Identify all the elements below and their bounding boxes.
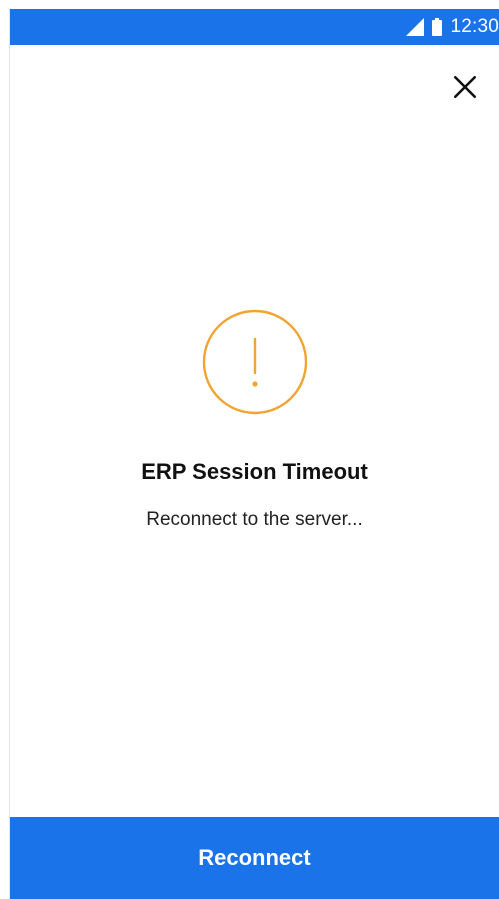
status-bar: 12:30 [10,9,499,45]
reconnect-button[interactable]: Reconnect [10,817,499,899]
status-indicators: 12:30 [406,9,499,45]
app-screen: 12:30 ERP Session Timeout Reconnect to t… [9,9,499,899]
signal-icon [406,18,425,36]
timeout-dialog: ERP Session Timeout Reconnect to the ser… [10,309,499,531]
battery-icon [432,18,443,36]
close-button[interactable] [445,67,485,107]
status-time: 12:30 [450,16,499,37]
exclamation-circle-icon [202,309,307,415]
dialog-title: ERP Session Timeout [141,459,368,484]
dialog-message: Reconnect to the server... [146,509,363,530]
close-icon [453,75,477,99]
